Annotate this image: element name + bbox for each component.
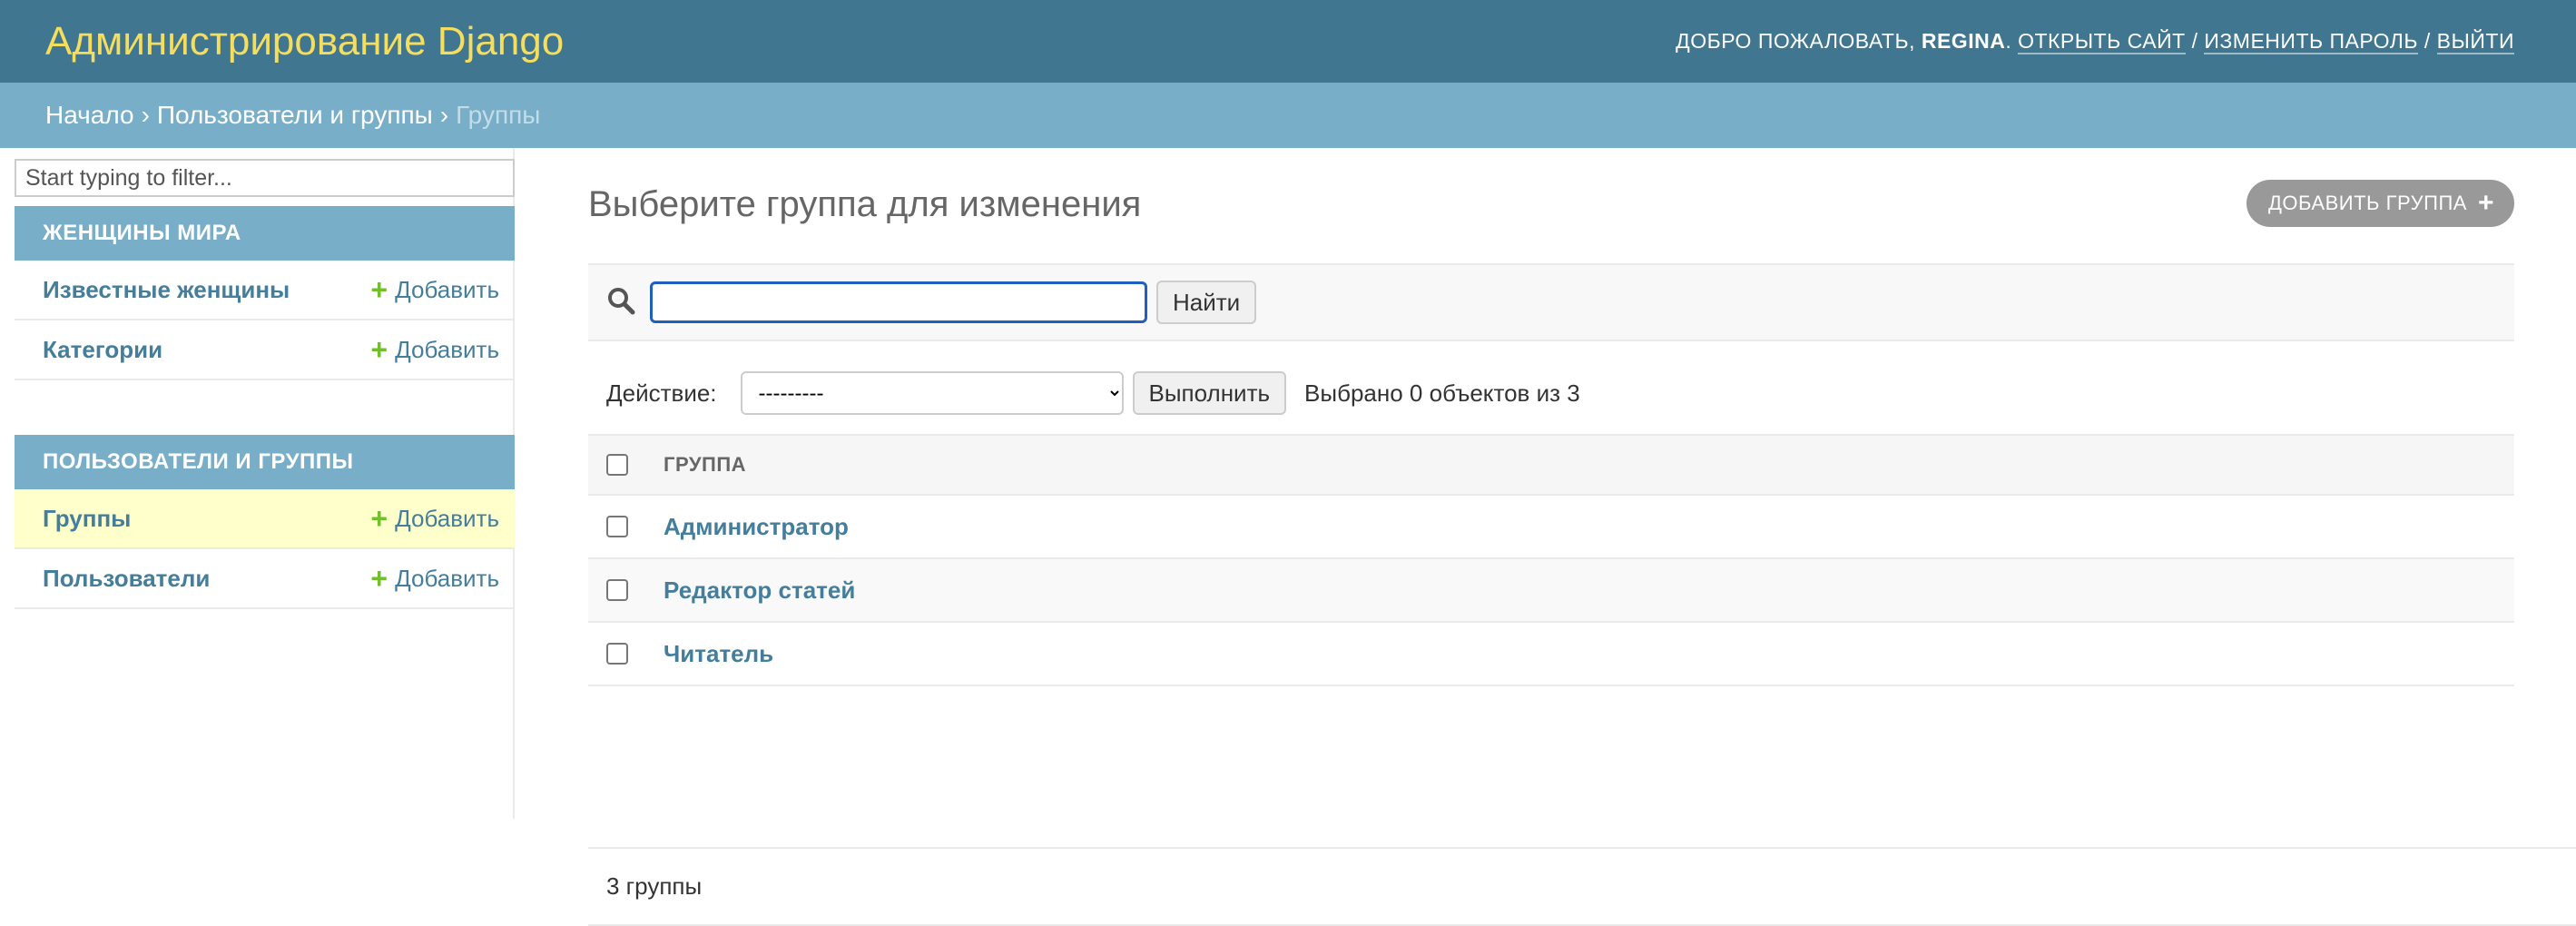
- model-link[interactable]: Категории: [43, 336, 162, 364]
- select-all-cell: [588, 435, 663, 495]
- table-row: Редактор статей: [588, 558, 2514, 623]
- result-list: Группа Администратор Редактор статей: [588, 434, 2514, 686]
- sidebar-item-categories: Категории + Добавить: [15, 320, 515, 380]
- row-checkbox[interactable]: [606, 516, 628, 537]
- add-link[interactable]: + Добавить: [370, 275, 499, 304]
- row-checkbox[interactable]: [606, 579, 628, 601]
- sidebar-filter-input[interactable]: [15, 159, 515, 197]
- actions-bar: Действие: --------- Выполнить Выбрано 0 …: [588, 368, 2514, 419]
- header: Администрирование Django Добро пожаловат…: [0, 0, 2576, 83]
- add-link[interactable]: + Добавить: [370, 564, 499, 593]
- group-cell: Читатель: [663, 622, 2514, 686]
- action-select[interactable]: ---------: [740, 371, 1124, 415]
- branding: Администрирование Django: [45, 19, 564, 64]
- page-title: Выберите группа для изменения: [588, 184, 1142, 224]
- table-row: Администратор: [588, 495, 2514, 559]
- add-group-label: Добавить группа: [2267, 192, 2467, 214]
- select-all-checkbox[interactable]: [606, 454, 628, 476]
- action-counter: Выбрано 0 объектов из 3: [1304, 379, 1580, 407]
- action-label: Действие:: [606, 379, 717, 407]
- plus-icon: +: [370, 502, 388, 535]
- plus-icon: +: [370, 273, 388, 306]
- nav-sidebar: Женщины мира Известные женщины + Добавит…: [0, 148, 515, 819]
- add-link-label: Добавить: [395, 504, 499, 532]
- plus-icon: +: [2477, 188, 2494, 218]
- table-row: Читатель: [588, 622, 2514, 686]
- result-count: 3 группы: [606, 872, 703, 900]
- separator-dot: .: [2005, 29, 2019, 53]
- change-password-link[interactable]: Изменить пароль: [2204, 29, 2418, 54]
- plus-icon: +: [370, 562, 388, 595]
- site-brand-link[interactable]: Администрирование Django: [45, 19, 564, 64]
- row-link[interactable]: Администратор: [664, 513, 849, 540]
- model-link[interactable]: Пользователи: [43, 565, 210, 593]
- sidebar-item-famous-women: Известные женщины + Добавить: [15, 261, 515, 320]
- model-link[interactable]: Известные женщины: [43, 276, 290, 304]
- add-link-label: Добавить: [395, 335, 499, 363]
- checkbox-cell: [588, 558, 663, 623]
- breadcrumb-home[interactable]: Начало: [45, 101, 134, 130]
- breadcrumb-separator: ›: [141, 101, 150, 129]
- search-input[interactable]: [650, 281, 1147, 323]
- separator: /: [2191, 29, 2205, 53]
- row-checkbox[interactable]: [606, 643, 628, 665]
- run-action-button[interactable]: Выполнить: [1132, 371, 1287, 415]
- plus-icon: +: [370, 333, 388, 366]
- row-link[interactable]: Читатель: [664, 640, 773, 667]
- separator: /: [2424, 29, 2437, 53]
- table-header-row: Группа: [588, 435, 2514, 495]
- app-module-auth: Пользователи и группы Группы + Добавить …: [15, 435, 515, 609]
- sidebar-item-users: Пользователи + Добавить: [15, 549, 515, 609]
- results: Группа Администратор Редактор статей: [588, 434, 2514, 686]
- group-cell: Администратор: [663, 495, 2514, 559]
- column-header-label: Группа: [664, 453, 747, 476]
- add-link[interactable]: + Добавить: [370, 335, 499, 364]
- main: Женщины мира Известные женщины + Добавит…: [0, 148, 2576, 926]
- breadcrumb: Начало › Пользователи и группы › Группы: [0, 83, 2576, 148]
- checkbox-cell: [588, 622, 663, 686]
- user-tools: Добро пожаловать, REGINA. Открыть сайт /…: [1676, 29, 2514, 54]
- view-site-link[interactable]: Открыть сайт: [2018, 29, 2186, 54]
- module-caption[interactable]: Женщины мира: [15, 206, 515, 261]
- add-link-label: Добавить: [395, 564, 499, 592]
- search-icon: [606, 286, 635, 320]
- welcome-text: Добро пожаловать,: [1676, 29, 1915, 53]
- checkbox-cell: [588, 495, 663, 559]
- app-module-women: Женщины мира Известные женщины + Добавит…: [15, 206, 515, 380]
- username: REGINA: [1921, 29, 2006, 53]
- model-link[interactable]: Группы: [43, 505, 131, 533]
- content: Выберите группа для изменения Добавить г…: [515, 148, 2576, 926]
- row-link[interactable]: Редактор статей: [664, 576, 855, 604]
- search-button[interactable]: Найти: [1156, 281, 1257, 324]
- logout-link[interactable]: Выйти: [2436, 29, 2514, 54]
- search-toolbar: Найти: [588, 263, 2514, 341]
- module-caption[interactable]: Пользователи и группы: [15, 435, 515, 489]
- breadcrumb-current: Группы: [456, 101, 541, 129]
- sidebar-item-groups: Группы + Добавить: [15, 489, 515, 549]
- breadcrumb-app[interactable]: Пользователи и группы: [157, 101, 433, 130]
- column-header-group[interactable]: Группа: [663, 435, 2514, 495]
- add-link[interactable]: + Добавить: [370, 504, 499, 533]
- paginator: 3 группы: [588, 847, 2576, 926]
- add-link-label: Добавить: [395, 275, 499, 303]
- group-cell: Редактор статей: [663, 558, 2514, 623]
- add-group-button[interactable]: Добавить группа +: [2246, 180, 2514, 227]
- breadcrumb-separator: ›: [439, 101, 449, 129]
- object-tools: Добавить группа +: [2246, 180, 2514, 227]
